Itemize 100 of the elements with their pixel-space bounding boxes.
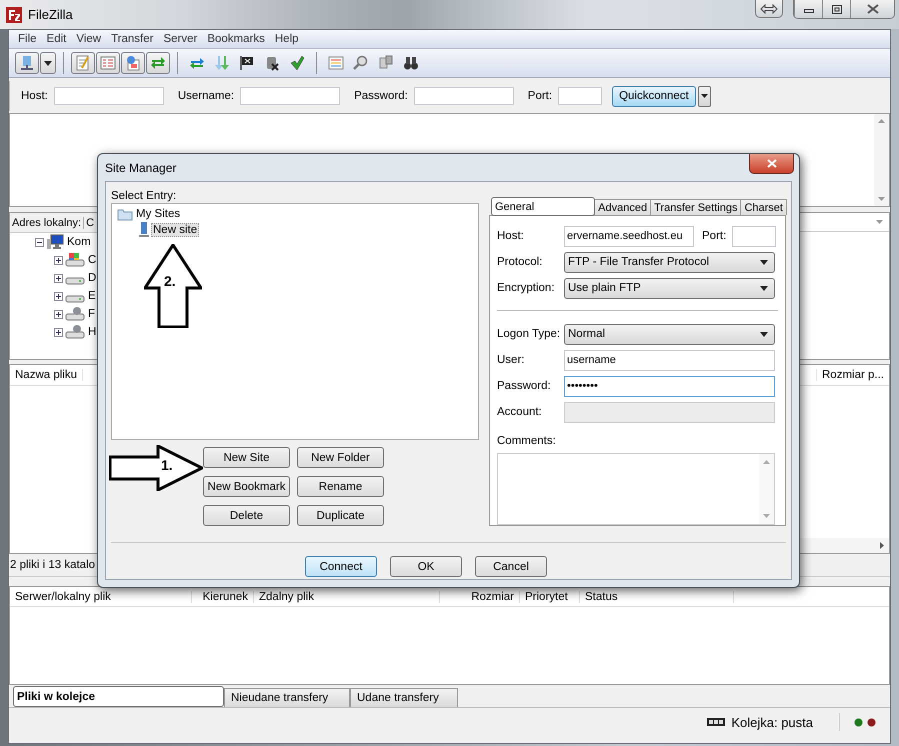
- expand-icon[interactable]: [54, 292, 63, 300]
- dropdown[interactable]: Use plain FTP: [564, 278, 775, 298]
- password-field[interactable]: ••••••••: [564, 376, 775, 396]
- checkmark-icon: [289, 55, 305, 71]
- drive-icon: [65, 324, 85, 340]
- expand-icon[interactable]: [54, 256, 63, 264]
- field-label: Account:: [497, 406, 543, 418]
- notepad-icon: [75, 55, 91, 71]
- dialog-button[interactable]: Rename: [297, 476, 384, 497]
- column-header[interactable]: Rozmiar p...: [816, 369, 889, 381]
- server-icon: [19, 55, 35, 71]
- scrollbar[interactable]: [759, 454, 774, 524]
- menu-item[interactable]: View: [71, 33, 106, 45]
- queue-status: Kolejka: pusta: [731, 714, 813, 730]
- close-button[interactable]: [850, 0, 894, 18]
- scroll-right-icon: [880, 542, 884, 549]
- collapse-icon[interactable]: [35, 238, 44, 246]
- menu-item[interactable]: Help: [270, 33, 304, 45]
- expand-icon[interactable]: [54, 310, 63, 318]
- tree-item[interactable]: Kom: [66, 236, 92, 248]
- input-field[interactable]: [54, 87, 164, 105]
- dialog-button[interactable]: Delete: [203, 505, 290, 526]
- menu-item[interactable]: Edit: [42, 33, 72, 45]
- input-field[interactable]: ervername.seedhost.eu: [564, 226, 694, 246]
- field-label: Password:: [497, 380, 552, 392]
- tree-item[interactable]: F: [87, 308, 96, 320]
- field-label: Comments:: [497, 435, 557, 449]
- column-header[interactable]: Zdalny plik: [254, 590, 440, 602]
- caret-icon: [760, 332, 768, 336]
- compare-icon: [378, 55, 394, 71]
- computer-icon: [46, 234, 64, 250]
- close-button[interactable]: [749, 154, 794, 174]
- menu-item[interactable]: Bookmarks: [202, 33, 270, 45]
- expand-icon[interactable]: [54, 274, 63, 282]
- column-header[interactable]: Nazwa pliku: [10, 369, 83, 381]
- tree-item[interactable]: New site: [151, 223, 200, 237]
- tree-item[interactable]: H: [87, 326, 98, 338]
- site-manager-button[interactable]: [15, 52, 39, 74]
- refresh-icon: [189, 55, 205, 71]
- input-field[interactable]: [558, 87, 602, 105]
- field-label: Logon Type:: [497, 328, 562, 340]
- window-title: FileZilla: [28, 7, 73, 22]
- step-number: 1.: [161, 457, 173, 473]
- tree-item[interactable]: C: [87, 254, 98, 266]
- menu-item[interactable]: Server: [158, 33, 202, 45]
- tab[interactable]: Nieudane transfery: [224, 688, 350, 707]
- comments-field[interactable]: [497, 453, 775, 525]
- tab[interactable]: Transfer Settings: [650, 199, 742, 215]
- column-header[interactable]: Kierunek: [192, 590, 254, 602]
- dropdown-button[interactable]: [698, 86, 711, 106]
- maximize-button[interactable]: [822, 0, 850, 18]
- arrows-icon: [150, 55, 166, 71]
- resize-button[interactable]: [755, 0, 783, 18]
- field-label: Host:: [21, 90, 48, 102]
- field-label: Port:: [528, 90, 552, 102]
- caret-icon: [44, 60, 52, 66]
- app-logo-icon: [6, 6, 22, 22]
- dialog-button[interactable]: New Site: [203, 447, 290, 468]
- dialog-button[interactable]: Cancel: [475, 556, 547, 577]
- dialog-button[interactable]: Connect: [305, 556, 377, 577]
- dropdown-button[interactable]: [40, 52, 56, 74]
- flag-icon: [239, 55, 255, 71]
- dialog-button[interactable]: New Folder: [297, 447, 384, 468]
- dialog-button[interactable]: Duplicate: [297, 505, 384, 526]
- tab[interactable]: Udane transfery: [350, 688, 458, 707]
- caret-icon: [876, 220, 883, 224]
- tree-item[interactable]: My Sites: [135, 208, 182, 220]
- column-header[interactable]: Serwer/lokalny plik: [10, 590, 192, 602]
- dropdown[interactable]: Normal: [564, 324, 775, 344]
- tab[interactable]: Advanced: [594, 199, 652, 215]
- minimize-button[interactable]: [794, 0, 822, 18]
- column-header[interactable]: Priorytet: [520, 590, 580, 602]
- address-field[interactable]: C: [84, 216, 94, 228]
- menu-item[interactable]: Transfer: [106, 33, 158, 45]
- speed-limit-icon: [707, 718, 726, 726]
- tree-item[interactable]: D: [87, 272, 98, 284]
- quickconnect-button[interactable]: Quickconnect: [612, 86, 696, 106]
- input-field[interactable]: [732, 226, 776, 246]
- field-label: Username:: [178, 90, 234, 102]
- field-label: Protocol:: [497, 256, 544, 268]
- column-header[interactable]: Rozmiar: [440, 590, 520, 602]
- scroll-down-icon: [763, 514, 770, 518]
- input-field[interactable]: username: [564, 350, 775, 370]
- column-header[interactable]: Status: [580, 590, 734, 602]
- tab[interactable]: Pliki w kolejce: [13, 686, 224, 707]
- expand-icon[interactable]: [54, 328, 63, 336]
- server-icon: [139, 222, 149, 238]
- dialog-button[interactable]: OK: [390, 556, 462, 577]
- scrollbar[interactable]: [874, 114, 889, 206]
- step-number: 2.: [164, 273, 176, 289]
- tree-item[interactable]: E: [87, 290, 97, 302]
- input-field[interactable]: [414, 87, 514, 105]
- input-field[interactable]: [240, 87, 340, 105]
- menu-item[interactable]: File: [13, 33, 42, 45]
- dialog-button[interactable]: New Bookmark: [203, 476, 290, 497]
- caret-icon: [760, 260, 768, 264]
- tab[interactable]: Charset: [740, 199, 787, 215]
- dropdown[interactable]: FTP - File Transfer Protocol: [564, 252, 775, 272]
- dialog-title: Site Manager: [105, 160, 176, 174]
- tab[interactable]: General: [491, 197, 596, 216]
